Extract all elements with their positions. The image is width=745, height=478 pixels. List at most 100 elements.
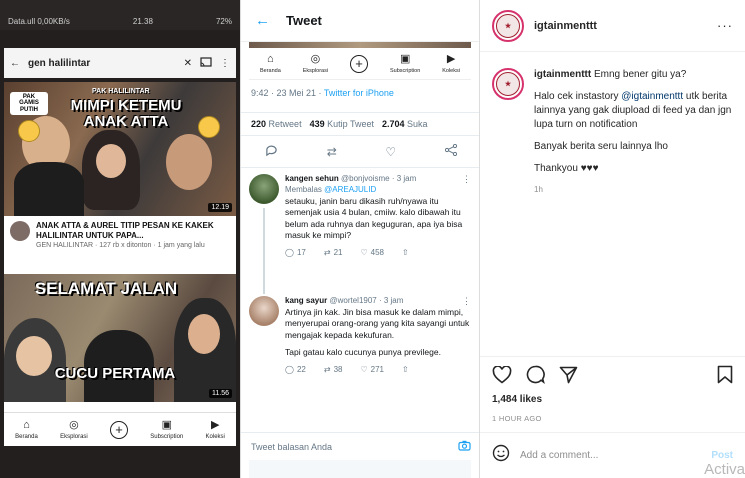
more-vert-icon[interactable]: ⋮ bbox=[220, 58, 230, 69]
retweet-icon: ⇄ bbox=[323, 364, 331, 374]
video1-title[interactable]: ANAK ATTA & AUREL TITIP PESAN KE KAKEK H… bbox=[36, 221, 230, 240]
reply-compose-input[interactable]: Tweet balasan Anda bbox=[251, 442, 332, 452]
reply-button[interactable]: ◯ 17 bbox=[285, 248, 306, 257]
nav-library: ▶ Koleksi bbox=[442, 53, 460, 74]
post-username[interactable]: igtainmenttt bbox=[534, 20, 707, 32]
avatar[interactable] bbox=[249, 296, 279, 326]
quote-stat[interactable]: 439 Kutip Tweet bbox=[310, 119, 374, 129]
youtube-search-bar[interactable]: ← gen halilintar ✕ ⋮ bbox=[4, 48, 236, 78]
reply-button[interactable]: ◯ 22 bbox=[285, 365, 306, 374]
cast-icon[interactable] bbox=[200, 56, 212, 70]
status-battery: 72% bbox=[215, 17, 232, 26]
more-options-icon[interactable]: ··· bbox=[717, 18, 733, 33]
share-icon[interactable] bbox=[444, 143, 457, 159]
more-options-icon[interactable]: ⋮ bbox=[462, 174, 471, 185]
post-time: 1 HOUR AGO bbox=[492, 414, 542, 423]
nav-library[interactable]: ▶ Koleksi bbox=[206, 420, 225, 440]
tweet-page-title: Tweet bbox=[286, 13, 322, 28]
like-icon: ♡ bbox=[360, 364, 368, 374]
youtube-bottom-nav: ⌂ Beranda ◎ Eksplorasi + ▣ Subscription ▶ Ko… bbox=[4, 412, 236, 446]
reply-text: setauku, janin baru dikasih ruh/nyawa it… bbox=[285, 196, 463, 241]
activation-watermark: Activa bbox=[704, 461, 745, 478]
reply-icon: ◯ bbox=[285, 247, 294, 257]
back-arrow-icon[interactable]: ← bbox=[10, 58, 20, 69]
nav-explore[interactable]: ◎ Eksplorasi bbox=[60, 420, 88, 440]
post-comment-button[interactable]: Post bbox=[711, 450, 733, 461]
caption-username[interactable]: igtainmenttt bbox=[534, 69, 591, 80]
shocked-emoji-icon bbox=[18, 120, 40, 142]
more-options-icon[interactable]: ⋮ bbox=[462, 296, 471, 307]
reply-author-name[interactable]: kang sayur bbox=[285, 296, 327, 305]
video2-duration: 11.56 bbox=[209, 389, 232, 398]
retweet-button[interactable]: ⇄ 21 bbox=[324, 248, 343, 257]
nav-create[interactable]: + bbox=[110, 420, 128, 439]
post-header: ★ igtainmenttt ··· bbox=[480, 0, 745, 52]
video1-duration: 12.19 bbox=[208, 203, 232, 212]
likes-count[interactable]: 1,484 likes bbox=[492, 394, 542, 405]
video1-subtitle: GEN HALILINTAR · 127 rb x ditonton · 1 j… bbox=[36, 242, 205, 250]
tweet-stats: 220 Retweet 439 Kutip Tweet 2.704 Suka bbox=[241, 112, 479, 136]
reply-text: Artinya jin kak. Jin bisa masuk ke dalam… bbox=[285, 307, 470, 340]
reply-icon[interactable] bbox=[265, 144, 278, 160]
share-icon[interactable]: ⇧ bbox=[402, 248, 409, 257]
caption-time: 1h bbox=[534, 185, 543, 194]
like-icon[interactable]: ♡ bbox=[385, 145, 396, 159]
explore-icon: ◎ bbox=[310, 53, 321, 65]
post-actions bbox=[492, 364, 733, 390]
nav-home[interactable]: ⌂ Beranda bbox=[15, 420, 38, 440]
nav-create: + bbox=[350, 54, 369, 73]
clear-icon[interactable]: ✕ bbox=[184, 58, 192, 69]
reply-item[interactable]: kang sayur @wortel1907 · 3 jam ⋮ Artinya… bbox=[241, 296, 479, 374]
avatar[interactable] bbox=[249, 174, 279, 204]
subscription-icon: ▣ bbox=[399, 53, 411, 65]
video1-meta[interactable]: ANAK ATTA & AUREL TITIP PESAN KE KAKEK H… bbox=[4, 216, 236, 274]
thumbnail-face bbox=[188, 314, 220, 354]
like-button[interactable]: ♡ 458 bbox=[360, 248, 384, 257]
reply-author-name[interactable]: kangen sehun bbox=[285, 174, 339, 183]
retweet-icon[interactable]: ⇄ bbox=[327, 145, 337, 159]
back-arrow-icon[interactable]: ← bbox=[255, 12, 270, 29]
avatar[interactable]: ★ bbox=[492, 68, 524, 100]
like-heart-icon[interactable] bbox=[492, 364, 512, 389]
reply-actions: ◯ 17 ⇄ 21 ♡ 458 ⇧ bbox=[285, 248, 473, 257]
subscription-icon: ▣ bbox=[161, 419, 172, 431]
divider bbox=[480, 356, 745, 357]
share-icon[interactable] bbox=[559, 366, 578, 389]
video2-headline-top: SELAMAT JALAN bbox=[34, 279, 178, 298]
comment-icon[interactable] bbox=[526, 365, 545, 389]
reply-to-mention[interactable]: @AREAJULID bbox=[324, 185, 376, 194]
search-query[interactable]: gen halilintar bbox=[28, 58, 176, 69]
account-logo-icon: ★ bbox=[496, 13, 520, 38]
video1-thumbnail[interactable]: PAK GAMIS PUTIH PAK HALILINTAR MIMPI KET… bbox=[4, 82, 236, 216]
retweet-icon: ⇄ bbox=[323, 247, 331, 257]
post-caption: ★ igtainmenttt Emng bener gitu ya? Halo … bbox=[492, 68, 737, 195]
nav-subscription[interactable]: ▣ Subscription bbox=[150, 420, 183, 440]
caption-mention-link[interactable]: @igtainmenttt bbox=[621, 91, 683, 102]
explore-icon: ◎ bbox=[69, 419, 79, 431]
tweet-timestamp: 9:42 · 23 Mei 21 · Twitter for iPhone bbox=[251, 88, 394, 98]
bookmark-icon[interactable] bbox=[717, 365, 733, 389]
youtube-screenshot-panel: Data.ull 0,00KB/s 21.38 72% ← gen halili… bbox=[0, 0, 240, 478]
thumbnail-face bbox=[16, 336, 52, 376]
share-icon[interactable]: ⇧ bbox=[402, 365, 409, 374]
home-icon: ⌂ bbox=[23, 419, 30, 431]
retweet-button[interactable]: ⇄ 38 bbox=[324, 365, 343, 374]
like-button[interactable]: ♡ 271 bbox=[360, 365, 384, 374]
reply-item[interactable]: kangen sehun @bonjvoisme · 3 jam ⋮ Memba… bbox=[241, 174, 479, 257]
comment-input[interactable]: Add a comment... bbox=[520, 450, 701, 461]
avatar[interactable]: ★ bbox=[492, 9, 524, 42]
channel-avatar[interactable] bbox=[10, 221, 30, 241]
video2-headline-bottom: CUCU PERTAMA bbox=[54, 365, 176, 382]
tweet-actions: ⇄ ♡ bbox=[241, 136, 479, 168]
reply-compose-bar[interactable]: Tweet balasan Anda bbox=[241, 432, 479, 460]
status-network: Data.ull 0,00KB/s bbox=[8, 17, 70, 26]
emoji-icon[interactable] bbox=[492, 444, 510, 467]
add-icon: + bbox=[110, 420, 128, 439]
reply-actions: ◯ 22 ⇄ 38 ♡ 271 ⇧ bbox=[285, 365, 473, 374]
like-stat[interactable]: 2.704 Suka bbox=[382, 119, 428, 129]
tweet-source-link[interactable]: Twitter for iPhone bbox=[324, 88, 394, 98]
bottom-strip bbox=[249, 460, 471, 478]
camera-icon[interactable] bbox=[458, 440, 471, 453]
video2-thumbnail[interactable]: SELAMAT JALAN CUCU PERTAMA 11.56 bbox=[4, 274, 236, 402]
retweet-stat[interactable]: 220 Retweet bbox=[251, 119, 302, 129]
